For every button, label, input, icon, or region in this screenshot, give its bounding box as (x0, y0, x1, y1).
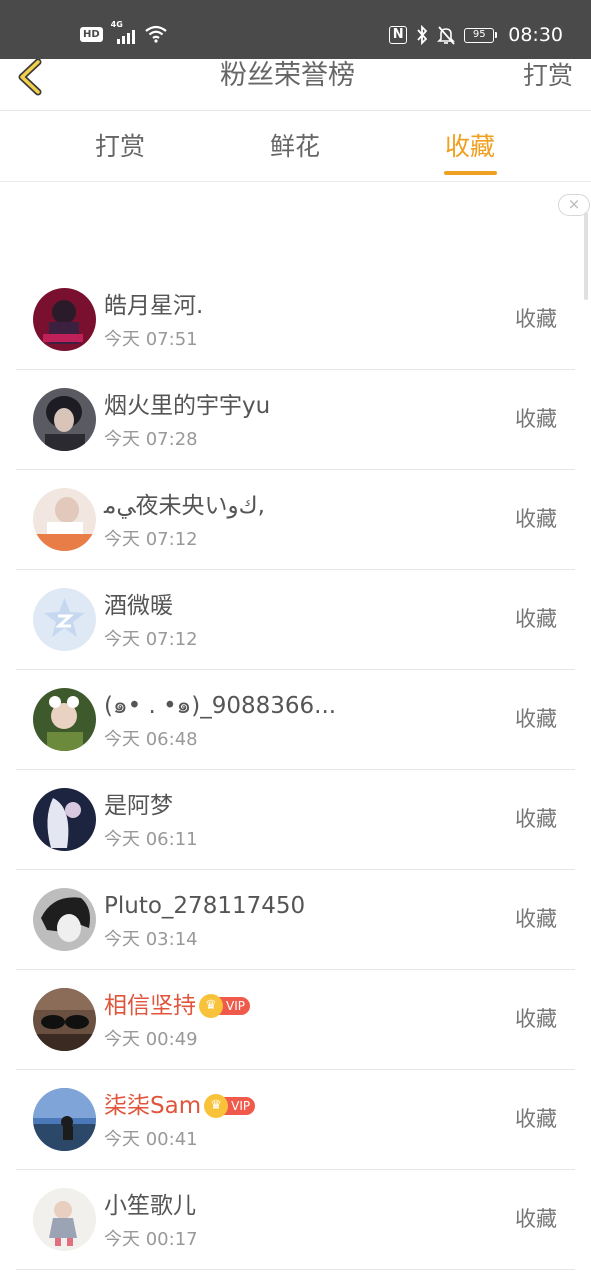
vip-badge: ♛ VIP (199, 994, 250, 1018)
list-item[interactable]: 柒柒Sam ♛ VIP 今天 00:41 收藏 (0, 1070, 591, 1170)
action-label: 收藏 (515, 1207, 557, 1231)
fan-time: 今天 00:17 (104, 1229, 198, 1250)
crown-icon: ♛ (199, 994, 223, 1018)
action-label: 收藏 (515, 607, 557, 631)
fan-name: 烟火里的宇宇yu (104, 393, 271, 419)
cellular-signal-icon: 4G (111, 20, 137, 44)
reward-button[interactable]: 打赏 (523, 59, 573, 93)
fan-name: 皓月星河. (104, 293, 204, 319)
list-item[interactable]: 酒微暖 今天 07:12 收藏 (0, 570, 591, 670)
battery-level: 95 (464, 27, 495, 43)
nfc-icon: N (389, 26, 408, 44)
network-type-label: 4G (110, 20, 123, 29)
avatar[interactable] (33, 788, 96, 851)
fan-name: 是阿梦 (104, 793, 173, 819)
tab-bar: 打赏 鲜花 收藏 (0, 112, 591, 182)
fan-name: (๑• . •๑)_9088366... (104, 693, 337, 719)
fan-name: 酒微暖 (104, 593, 173, 619)
fan-time: 今天 00:49 (104, 1029, 198, 1050)
hd-icon: HD (80, 26, 103, 42)
list-item[interactable]: (๑• . •๑)_9088366... 今天 06:48 收藏 (0, 670, 591, 770)
tab-reward[interactable]: 打赏 (95, 130, 145, 164)
fan-name: 柒柒Sam ♛ VIP (104, 1090, 256, 1122)
mute-bell-icon (437, 26, 456, 45)
list-item[interactable]: 是阿梦 今天 06:11 收藏 (0, 770, 591, 870)
page-title: 粉丝荣誉榜 (220, 60, 355, 91)
list-item[interactable]: 烟火里的宇宇yu 今天 07:28 收藏 (0, 370, 591, 470)
list-item[interactable]: 小笙歌儿 今天 00:17 收藏 (0, 1170, 591, 1270)
clock: 08:30 (508, 24, 563, 46)
tab-flowers[interactable]: 鲜花 (270, 130, 320, 164)
fan-time: 今天 03:14 (104, 929, 198, 950)
action-label: 收藏 (515, 307, 557, 331)
avatar[interactable] (33, 588, 96, 651)
avatar[interactable] (33, 1088, 96, 1151)
vip-badge: ♛ VIP (204, 1094, 256, 1118)
fan-name: 小笙歌儿 (104, 1193, 196, 1219)
list-item[interactable]: ﻲﻣ夜未央いكﻭ, 今天 07:12 收藏 (0, 470, 591, 570)
fan-time: 今天 07:28 (104, 429, 198, 450)
list-item[interactable]: 皓月星河. 今天 07:51 收藏 (0, 270, 591, 370)
fan-time: 今天 07:12 (104, 529, 198, 550)
status-left: HD 4G (80, 20, 167, 44)
fan-name: ﻲﻣ夜未央いكﻭ, (104, 493, 265, 519)
fan-time: 今天 06:48 (104, 729, 198, 750)
fans-list: 皓月星河. 今天 07:51 收藏 烟火里的宇宇yu 今天 07:28 收藏 ﻲ… (0, 270, 591, 1270)
status-right: N 95 08:30 (389, 24, 563, 46)
avatar[interactable] (33, 1188, 96, 1251)
fan-name: Pluto_278117450 (104, 893, 306, 919)
action-label: 收藏 (515, 707, 557, 731)
list-item[interactable]: 相信坚持 ♛ VIP 今天 00:49 收藏 (0, 970, 591, 1070)
fan-time: 今天 06:11 (104, 829, 198, 850)
wifi-icon (144, 25, 167, 43)
fan-time: 今天 00:41 (104, 1129, 198, 1150)
action-label: 收藏 (515, 1107, 557, 1131)
top-nav: 粉丝荣誉榜 打赏 (0, 58, 591, 111)
avatar[interactable] (33, 888, 96, 951)
avatar[interactable] (33, 488, 96, 551)
action-label: 收藏 (515, 407, 557, 431)
action-label: 收藏 (515, 907, 557, 931)
divider (16, 1269, 575, 1270)
crown-icon: ♛ (204, 1094, 229, 1118)
status-bar: HD 4G N 95 08:30 (0, 0, 591, 59)
fan-time: 今天 07:12 (104, 629, 198, 650)
avatar[interactable] (33, 688, 96, 751)
fan-name: 相信坚持 ♛ VIP (104, 990, 250, 1022)
avatar[interactable] (33, 288, 96, 351)
action-label: 收藏 (515, 507, 557, 531)
active-tab-indicator (444, 171, 497, 175)
fan-time: 今天 07:51 (104, 329, 198, 350)
avatar[interactable] (33, 988, 96, 1051)
action-label: 收藏 (515, 1007, 557, 1031)
tab-favorites[interactable]: 收藏 (445, 130, 495, 164)
avatar[interactable] (33, 388, 96, 451)
fan-name-text: 相信坚持 (104, 993, 196, 1019)
action-label: 收藏 (515, 807, 557, 831)
list-item[interactable]: Pluto_278117450 今天 03:14 收藏 (0, 870, 591, 970)
fan-name-text: 柒柒Sam (104, 1093, 202, 1119)
battery-icon: 95 (464, 27, 498, 43)
bluetooth-icon (417, 25, 428, 45)
